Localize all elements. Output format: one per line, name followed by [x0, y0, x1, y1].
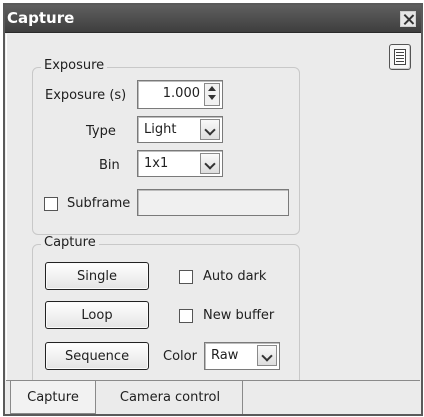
type-select[interactable]: Light: [137, 116, 223, 143]
bin-select[interactable]: 1x1: [137, 150, 223, 177]
sequence-button[interactable]: Sequence: [45, 342, 149, 370]
exposure-group-legend: Exposure: [41, 58, 108, 73]
loop-button[interactable]: Loop: [45, 301, 149, 329]
loop-button-label: Loop: [81, 307, 113, 323]
type-label: Type: [86, 124, 116, 139]
exposure-group: Exposure Exposure (s) 1.000 Type Light B…: [32, 58, 300, 235]
capture-group: Capture Single Auto dark Loop New buffer…: [32, 235, 300, 392]
tab-capture-label: Capture: [27, 389, 79, 405]
exposure-spin-buttons[interactable]: [204, 83, 220, 106]
bin-value: 1x1: [144, 156, 169, 171]
chevron-down-icon[interactable]: [257, 345, 277, 366]
chevron-down-icon[interactable]: [200, 153, 220, 174]
list-icon: [394, 49, 406, 65]
exposure-spinbox[interactable]: 1.000: [137, 80, 223, 109]
subframe-checkbox[interactable]: [44, 197, 58, 211]
auto-dark-label: Auto dark: [203, 269, 267, 284]
sequence-button-label: Sequence: [64, 348, 130, 364]
exposure-label: Exposure (s): [45, 88, 127, 103]
capture-group-legend: Capture: [41, 235, 99, 250]
new-buffer-checkbox[interactable]: [179, 309, 193, 323]
color-value: Raw: [211, 348, 239, 363]
close-icon[interactable]: [400, 11, 416, 27]
spin-up-icon[interactable]: [208, 86, 216, 91]
bin-label: Bin: [99, 158, 120, 173]
new-buffer-label: New buffer: [203, 308, 275, 323]
exposure-value: 1.000: [162, 86, 200, 101]
tab-bar: Capture Camera control: [6, 380, 420, 414]
tab-camera-control-label: Camera control: [119, 390, 221, 405]
single-button[interactable]: Single: [45, 262, 149, 290]
subframe-label: Subframe: [67, 196, 131, 211]
window-title: Capture: [7, 9, 75, 27]
capture-window: Capture Exposure Exposure (s) 1.000 Type…: [3, 3, 423, 416]
tab-capture[interactable]: Capture: [10, 381, 96, 414]
title-bar[interactable]: Capture: [5, 5, 421, 33]
tab-camera-control[interactable]: Camera control: [98, 381, 243, 414]
spin-down-icon[interactable]: [208, 95, 216, 100]
single-button-label: Single: [77, 268, 117, 284]
color-select[interactable]: Raw: [204, 342, 280, 370]
capture-panel: Exposure Exposure (s) 1.000 Type Light B…: [6, 34, 420, 392]
subframe-field[interactable]: [137, 189, 289, 216]
type-value: Light: [144, 122, 177, 137]
chevron-down-icon[interactable]: [200, 119, 220, 140]
color-label: Color: [163, 349, 197, 364]
auto-dark-checkbox[interactable]: [179, 270, 193, 284]
panel-menu-button[interactable]: [389, 44, 411, 70]
